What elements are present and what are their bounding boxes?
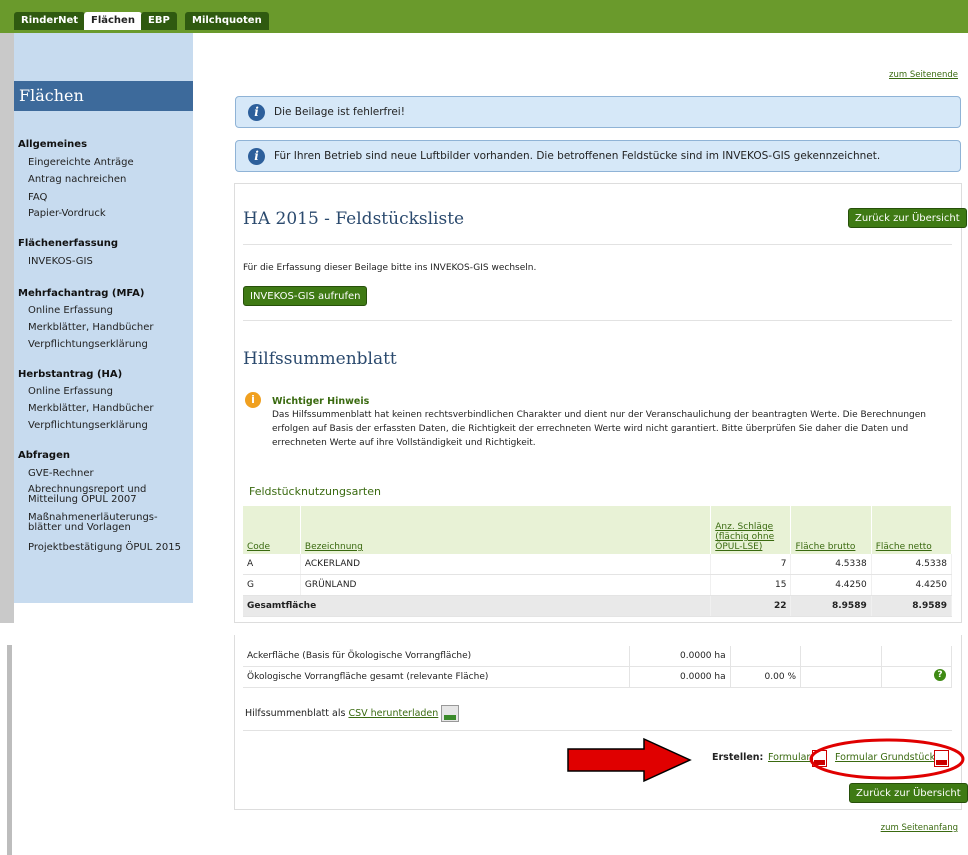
cell-total-flaeche-netto: 8.9589 [871,595,953,617]
sidebar-item-abrechnungsreport[interactable]: Abrechnungsreport und Mitteilung ÖPUL 20… [28,485,168,505]
warning-icon: i [245,392,261,408]
cell-value: 0.0000 ha [629,646,731,667]
csv-download-link[interactable]: CSV herunterladen [348,708,438,719]
page-gutter [0,33,14,623]
table-title-feldstuecknutzungsarten: Feldstücknutzungsarten [249,485,381,498]
table-row: A ACKERLAND 7 4.5338 4.5338 [243,554,953,575]
column-header-flaeche-brutto[interactable]: Fläche brutto [790,506,872,554]
notice-text: Das Hilfssummenblatt hat keinen rechtsve… [272,410,926,448]
create-label: Erstellen: [712,752,764,763]
sidebar-item-ha-merkblaetter[interactable]: Merkblätter, Handbücher [28,403,154,414]
cell-flaeche-brutto: 4.4250 [790,574,872,596]
red-circle-annotation [809,738,965,780]
tab-rindernet[interactable]: RinderNet [14,12,86,30]
divider [243,244,952,245]
sidebar-item-invekos-gis[interactable]: INVEKOS-GIS [28,256,93,267]
sidebar-group-ha: Herbstantrag (HA) [18,369,123,380]
sidebar-group-flaechenerfassung: Flächenerfassung [18,238,119,249]
cell-percent: 0.00 % [730,666,802,688]
cell-total-label: Gesamtfläche [243,595,712,617]
csv-file-icon[interactable] [441,705,460,722]
cell-bezeichnung: ACKERLAND [300,554,712,575]
cell-label: Ökologische Vorrangfläche gesamt (releva… [243,666,630,688]
cell-label: Ackerfläche (Basis für Ökologische Vorra… [243,646,630,667]
divider [243,320,952,321]
sidebar-item-massnahmenerlaeuterung[interactable]: Maßnahmenerläuterungs-blätter und Vorlag… [28,513,168,533]
section-title-hilfssummenblatt: Hilfssummenblatt [243,349,397,369]
info-icon: i [248,104,265,121]
sidebar-item-mfa-verpflichtungserklaerung[interactable]: Verpflichtungserklärung [28,339,148,350]
sidebar-item-papier-vordruck[interactable]: Papier-Vordruck [28,208,106,219]
cell-bezeichnung: GRÜNLAND [300,574,712,596]
back-to-overview-button-bottom[interactable]: Zurück zur Übersicht [849,783,968,803]
cell-value: 0.0000 ha [629,666,731,688]
tab-ebp[interactable]: EBP [141,12,177,30]
sidebar-item-antrag-nachreichen[interactable]: Antrag nachreichen [28,174,126,185]
column-header-flaeche-netto[interactable]: Fläche netto [871,506,953,554]
sidebar-item-eingereichte-antraege[interactable]: Eingereichte Anträge [28,157,134,168]
sidebar-group-allgemeines: Allgemeines [18,139,88,150]
notice-title: Wichtiger Hinweis [272,396,370,407]
sidebar-item-faq[interactable]: FAQ [28,192,47,203]
table-row: G GRÜNLAND 15 4.4250 4.4250 [243,574,953,596]
feldstuecknutzungsarten-table: Code Bezeichnung Anz. Schläge (flächig o… [243,506,953,617]
sidebar-item-ha-verpflichtungserklaerung[interactable]: Verpflichtungserklärung [28,420,148,431]
vorrangflaeche-table: Ackerfläche (Basis für Ökologische Vorra… [243,646,953,688]
invekos-gis-button[interactable]: INVEKOS-GIS aufrufen [243,286,368,306]
sidebar-item-gve-rechner[interactable]: GVE-Rechner [28,468,94,479]
cell-flaeche-brutto: 4.5338 [790,554,872,575]
gis-hint-text: Für die Erfassung dieser Beilage bitte i… [243,263,537,273]
cell-empty [881,646,953,667]
tab-milchquoten[interactable]: Milchquoten [185,12,269,30]
column-header-bezeichnung[interactable]: Bezeichnung [300,506,712,554]
info-message-text: Die Beilage ist fehlerfrei! [274,106,405,118]
page-title: HA 2015 - Feldstücksliste [243,209,465,229]
cell-total-anz-schlaege: 22 [710,595,792,617]
info-message-text: Für Ihren Betrieb sind neue Luftbilder v… [274,150,881,162]
formular-link[interactable]: Formular [768,752,810,763]
tab-flaechen[interactable]: Flächen [84,12,142,30]
cell-flaeche-netto: 4.5338 [871,554,953,575]
column-header-anz-schlaege[interactable]: Anz. Schläge (flächig ohne ÖPUL-LSE) [710,506,792,554]
info-message-fehlerfrei: i Die Beilage ist fehlerfrei! [235,96,961,128]
cell-percent [730,646,802,667]
sidebar-item-mfa-merkblaetter[interactable]: Merkblätter, Handbücher [28,322,154,333]
cell-total-flaeche-brutto: 8.9589 [790,595,872,617]
cell-anz-schlaege: 15 [710,574,792,596]
table-row: Ackerfläche (Basis für Ökologische Vorra… [243,646,953,667]
table-total-row: Gesamtfläche 22 8.9589 8.9589 [243,595,953,617]
cell-code: G [243,574,301,596]
cell-flaeche-netto: 4.4250 [871,574,953,596]
info-message-luftbilder: i Für Ihren Betrieb sind neue Luftbilder… [235,140,961,172]
link-zum-seitenende[interactable]: zum Seitenende [889,70,958,80]
csv-prefix-text: Hilfssummenblatt als [245,708,346,719]
table-header-row: Code Bezeichnung Anz. Schläge (flächig o… [243,506,953,554]
sidebar-item-mfa-online-erfassung[interactable]: Online Erfassung [28,305,113,316]
sidebar-group-abfragen: Abfragen [18,450,70,461]
cell-anz-schlaege: 7 [710,554,792,575]
cell-empty [800,646,882,667]
link-zum-seitenanfang[interactable]: zum Seitenanfang [881,823,958,833]
back-to-overview-button[interactable]: Zurück zur Übersicht [848,208,967,228]
table-row: Ökologische Vorrangfläche gesamt (releva… [243,666,953,688]
info-icon: i [248,148,265,165]
sidebar-title: Flächen [14,81,193,111]
help-icon[interactable]: ? [934,669,946,681]
csv-download-row: Hilfssummenblatt als CSV herunterladen [245,705,460,722]
sidebar-item-projektbestaetigung[interactable]: Projektbestätigung ÖPUL 2015 [28,542,181,553]
column-header-code[interactable]: Code [243,506,301,554]
sidebar-item-ha-online-erfassung[interactable]: Online Erfassung [28,386,113,397]
divider [243,730,952,731]
cell-code: A [243,554,301,575]
sidebar-group-mfa: Mehrfachantrag (MFA) [18,288,145,299]
cell-empty [800,666,882,688]
red-arrow-annotation [567,737,692,783]
page-gutter-lower [7,645,12,855]
